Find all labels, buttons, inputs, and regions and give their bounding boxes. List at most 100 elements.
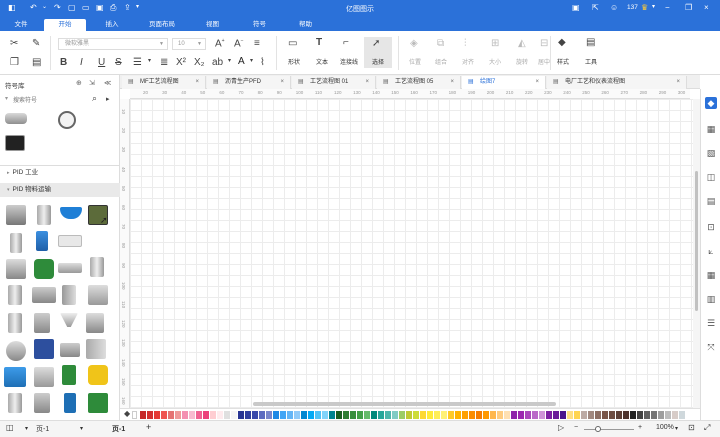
color-swatch[interactable] (455, 411, 461, 419)
fit-icon[interactable]: ⤧ (705, 341, 717, 353)
yellow-mixer-shape[interactable] (88, 365, 108, 385)
format-painter-icon[interactable]: ✎ (32, 38, 40, 49)
fit-page-icon[interactable]: ⊡ (688, 423, 695, 432)
screw-conveyor-shape[interactable] (58, 263, 82, 273)
window-icon[interactable]: ▣ (572, 3, 580, 12)
color-swatch[interactable] (497, 411, 503, 419)
color-swatch[interactable] (553, 411, 559, 419)
font-color-icon[interactable]: A (238, 56, 245, 67)
category-pid-industrial[interactable]: ▸ PID 工业 (0, 165, 120, 179)
user-count[interactable]: 137 (627, 4, 638, 11)
color-swatch[interactable] (595, 411, 601, 419)
pump-shape[interactable] (86, 313, 104, 333)
add-page-button[interactable]: + (146, 422, 151, 432)
color-swatch[interactable] (448, 411, 454, 419)
bag-filter-shape[interactable] (32, 287, 56, 303)
green-loader-shape[interactable] (62, 365, 76, 385)
connector-icon[interactable]: ⌐ (343, 37, 349, 48)
color-swatch[interactable] (588, 411, 594, 419)
hopper-shape[interactable] (6, 205, 26, 225)
increase-font-icon[interactable]: A+ (215, 38, 225, 49)
layers-icon[interactable]: ◈ (410, 38, 418, 49)
menu-insert[interactable]: 插入 (92, 19, 132, 31)
align-icon[interactable]: ⫶ (464, 38, 467, 49)
align-label[interactable]: 对齐 (455, 57, 481, 66)
menu-home[interactable]: 开始 (44, 19, 86, 31)
gauge-shape[interactable] (58, 111, 76, 129)
tab-process-flow-01[interactable]: ▤ 工艺流程图 01 × (292, 76, 376, 89)
font-size-select[interactable]: 10 ▼ (172, 38, 206, 50)
tall-cyclone-shape[interactable] (90, 257, 104, 277)
color-swatch[interactable] (161, 411, 167, 419)
select-tool-label[interactable]: 选择 (364, 57, 392, 66)
play-icon[interactable]: ▷ (558, 423, 564, 432)
fan-shape[interactable] (6, 341, 26, 361)
color-swatch[interactable] (280, 411, 286, 419)
funnel-shape[interactable] (60, 313, 78, 327)
close-tab-icon[interactable]: × (676, 76, 680, 89)
minimize-icon[interactable]: − (665, 3, 670, 12)
superscript-icon[interactable]: X² (176, 57, 186, 68)
no-fill-swatch[interactable] (132, 411, 137, 419)
color-swatch[interactable] (308, 411, 314, 419)
color-swatch[interactable] (406, 411, 412, 419)
color-swatch[interactable] (182, 411, 188, 419)
color-swatch[interactable] (371, 411, 377, 419)
share-icon[interactable]: ⇱ (592, 3, 599, 12)
paste-icon[interactable]: ▤ (32, 57, 41, 68)
search-icon[interactable]: ⌕ (92, 93, 97, 104)
library-menu-icon[interactable]: ⇲ (89, 79, 95, 87)
page-selector[interactable]: 页-1 (36, 424, 49, 434)
decrease-font-icon[interactable]: A− (234, 38, 244, 49)
menu-page-layout[interactable]: 页面布局 (137, 19, 187, 31)
color-swatch[interactable] (252, 411, 258, 419)
crown-icon[interactable]: ♛ (641, 3, 648, 12)
color-swatch[interactable] (679, 411, 685, 419)
color-swatch[interactable] (651, 411, 657, 419)
color-swatch[interactable] (630, 411, 636, 419)
tools-label[interactable]: 工具 (580, 57, 602, 66)
color-swatch[interactable] (476, 411, 482, 419)
color-swatch[interactable] (189, 411, 195, 419)
strikethrough-icon[interactable]: S (115, 57, 122, 68)
pipe-fitting-shape[interactable] (5, 113, 27, 124)
blue-feeder-shape[interactable] (64, 393, 76, 413)
color-swatch[interactable] (658, 411, 664, 419)
color-swatch[interactable] (392, 411, 398, 419)
page-tab[interactable]: 页-1 (112, 424, 125, 434)
highlight-icon[interactable]: ⌇ (260, 57, 265, 68)
resources-icon[interactable]: ▥ (705, 293, 717, 305)
color-swatch[interactable] (378, 411, 384, 419)
filter-shape[interactable] (34, 313, 50, 333)
conveyor-shape[interactable] (58, 235, 82, 247)
color-swatch[interactable] (350, 411, 356, 419)
underline-icon[interactable]: U (98, 57, 105, 68)
bullet-list-icon[interactable]: ☰ (133, 57, 142, 68)
color-swatch[interactable] (315, 411, 321, 419)
color-swatch[interactable] (329, 411, 335, 419)
numbered-list-icon[interactable]: ≣ (160, 57, 168, 68)
page-dropdown-icon[interactable]: ▾ (25, 425, 28, 432)
page-icon[interactable]: ▤ (705, 195, 717, 207)
position-label[interactable]: 位置 (402, 57, 428, 66)
data-icon[interactable]: ⊡ (705, 221, 717, 233)
color-swatch[interactable] (287, 411, 293, 419)
close-tab-icon[interactable]: × (450, 76, 454, 89)
tab-asphalt-pfd[interactable]: ▤ 沥青生产PFD × (207, 76, 291, 89)
color-swatch[interactable] (175, 411, 181, 419)
color-swatch[interactable] (217, 411, 223, 419)
tab-drawing-7[interactable]: ▤ 绘图7 × (462, 76, 546, 89)
menu-file[interactable]: 文件 (6, 19, 36, 31)
color-swatch[interactable] (147, 411, 153, 419)
elevator-shape[interactable] (62, 285, 76, 305)
color-swatch[interactable] (245, 411, 251, 419)
color-swatch[interactable] (266, 411, 272, 419)
close-tab-icon[interactable]: × (535, 76, 539, 89)
color-swatch[interactable] (616, 411, 622, 419)
history-icon[interactable]: ☰ (705, 317, 717, 329)
close-tab-icon[interactable]: × (280, 76, 284, 89)
vertical-scrollbar[interactable] (693, 99, 700, 408)
close-tab-icon[interactable]: × (365, 76, 369, 89)
zoom-dropdown-icon[interactable]: ▾ (675, 425, 678, 432)
tab-process-flow-05[interactable]: ▤ 工艺流程图 05 × (377, 76, 461, 89)
